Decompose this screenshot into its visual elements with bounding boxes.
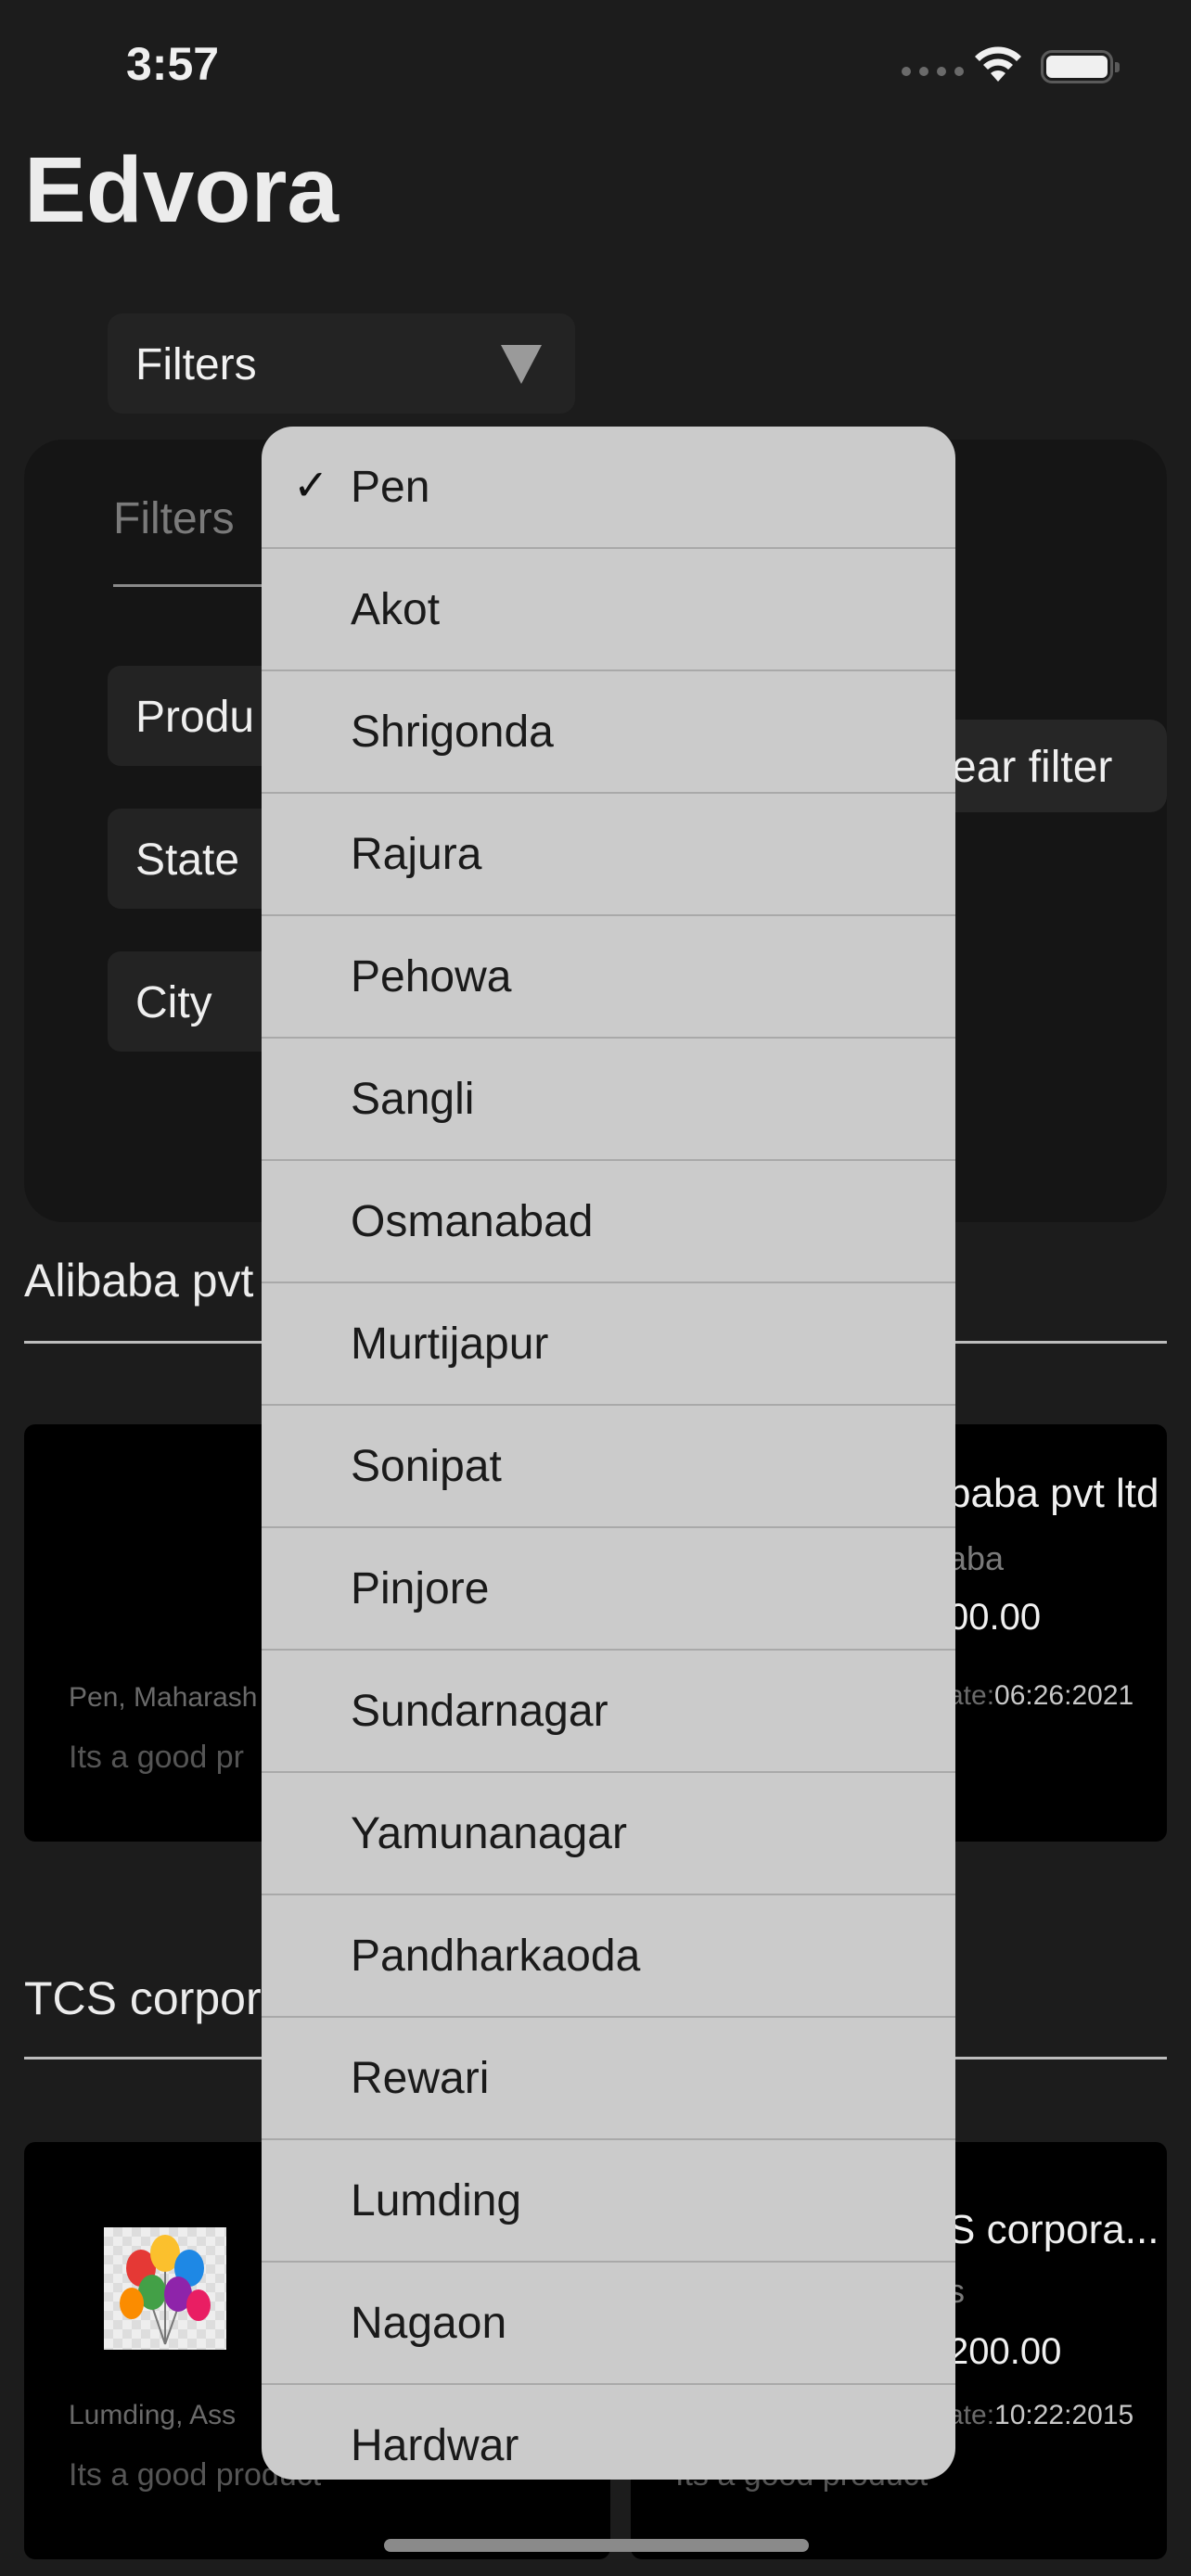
menu-item-pandharkaoda[interactable]: Pandharkaoda bbox=[262, 1895, 955, 2018]
product-location: Pen, Maharash bbox=[69, 1682, 258, 1713]
brand-name: aba bbox=[948, 1539, 1005, 1577]
filter-panel-title: Filters bbox=[113, 494, 235, 543]
menu-item-murtijapur[interactable]: Murtijapur bbox=[262, 1283, 955, 1406]
menu-item-label: Yamunanagar bbox=[351, 1809, 627, 1858]
city-filter-label: City bbox=[135, 978, 212, 1027]
section-title: TCS corpor bbox=[24, 1972, 262, 2024]
product-filter-label: Produ bbox=[135, 693, 255, 742]
checkmark-icon: ✓ bbox=[293, 461, 329, 509]
menu-item-sundarnagar[interactable]: Sundarnagar bbox=[262, 1651, 955, 1773]
cellular-signal-icon bbox=[902, 67, 964, 76]
menu-item-label: Sangli bbox=[351, 1075, 475, 1124]
menu-item-osmanabad[interactable]: Osmanabad bbox=[262, 1161, 955, 1283]
balloons-image bbox=[104, 2227, 226, 2350]
menu-item-sangli[interactable]: Sangli bbox=[262, 1039, 955, 1161]
clear-filter-label: ear filter bbox=[952, 743, 1113, 792]
product-price: 200.00 bbox=[948, 2331, 1062, 2372]
menu-item-label: Murtijapur bbox=[351, 1320, 549, 1369]
triangle-down-icon bbox=[501, 345, 542, 384]
menu-item-sonipat[interactable]: Sonipat bbox=[262, 1406, 955, 1528]
menu-item-label: Sonipat bbox=[351, 1442, 502, 1491]
menu-item-akot[interactable]: Akot bbox=[262, 549, 955, 671]
menu-item-label: Pen bbox=[351, 463, 430, 512]
section-title: Alibaba pvt bbox=[24, 1255, 254, 1307]
menu-item-pehowa[interactable]: Pehowa bbox=[262, 916, 955, 1039]
menu-item-label: Pehowa bbox=[351, 952, 512, 1001]
menu-item-pinjore[interactable]: Pinjore bbox=[262, 1528, 955, 1651]
state-filter-label: State bbox=[135, 835, 240, 885]
menu-item-rajura[interactable]: Rajura bbox=[262, 794, 955, 916]
menu-item-label: Rewari bbox=[351, 2054, 490, 2103]
menu-item-rewari[interactable]: Rewari bbox=[262, 2018, 955, 2140]
product-location: Lumding, Ass bbox=[69, 2400, 237, 2430]
menu-item-yamunanagar[interactable]: Yamunanagar bbox=[262, 1773, 955, 1895]
menu-item-label: Akot bbox=[351, 585, 441, 634]
city-dropdown-menu: ✓ Pen Akot Shrigonda Rajura Pehowa Sangl… bbox=[262, 427, 955, 2480]
product-name: S corpora... bbox=[948, 2207, 1159, 2252]
date-value: 06:26:2021 bbox=[994, 1680, 1134, 1711]
menu-item-label: Osmanabad bbox=[351, 1197, 594, 1246]
app-title: Edvora bbox=[24, 138, 339, 242]
filters-dropdown[interactable]: Filters bbox=[108, 313, 575, 414]
menu-item-label: Rajura bbox=[351, 830, 482, 879]
menu-item-label: Pandharkaoda bbox=[351, 1932, 641, 1981]
product-description: Its a good pr bbox=[69, 1740, 245, 1775]
menu-item-label: Nagaon bbox=[351, 2299, 507, 2348]
product-date: ate:10:22:2015 bbox=[948, 2400, 1133, 2431]
menu-item-label: Sundarnagar bbox=[351, 1687, 608, 1736]
menu-item-label: Pinjore bbox=[351, 1564, 490, 1613]
product-date: ate:06:26:2021 bbox=[948, 1680, 1133, 1712]
menu-item-label: Shrigonda bbox=[351, 708, 554, 757]
menu-item-shrigonda[interactable]: Shrigonda bbox=[262, 671, 955, 794]
date-value: 10:22:2015 bbox=[994, 2400, 1134, 2430]
home-indicator[interactable] bbox=[384, 2539, 809, 2552]
menu-item-label: Lumding bbox=[351, 2176, 522, 2225]
clear-filter-button[interactable]: ear filter bbox=[937, 720, 1167, 812]
menu-item-label: Hardwar bbox=[351, 2421, 519, 2470]
wifi-icon bbox=[972, 45, 1024, 88]
product-price: 00.00 bbox=[948, 1597, 1042, 1638]
menu-item-pen[interactable]: ✓ Pen bbox=[262, 427, 955, 549]
menu-item-nagaon[interactable]: Nagaon bbox=[262, 2263, 955, 2385]
product-name: baba pvt ltd bbox=[948, 1471, 1159, 1516]
status-time: 3:57 bbox=[126, 38, 220, 90]
menu-item-lumding[interactable]: Lumding bbox=[262, 2140, 955, 2263]
menu-item-hardwar[interactable]: Hardwar bbox=[262, 2385, 955, 2480]
filters-dropdown-label: Filters bbox=[135, 340, 257, 389]
battery-icon bbox=[1041, 50, 1120, 83]
